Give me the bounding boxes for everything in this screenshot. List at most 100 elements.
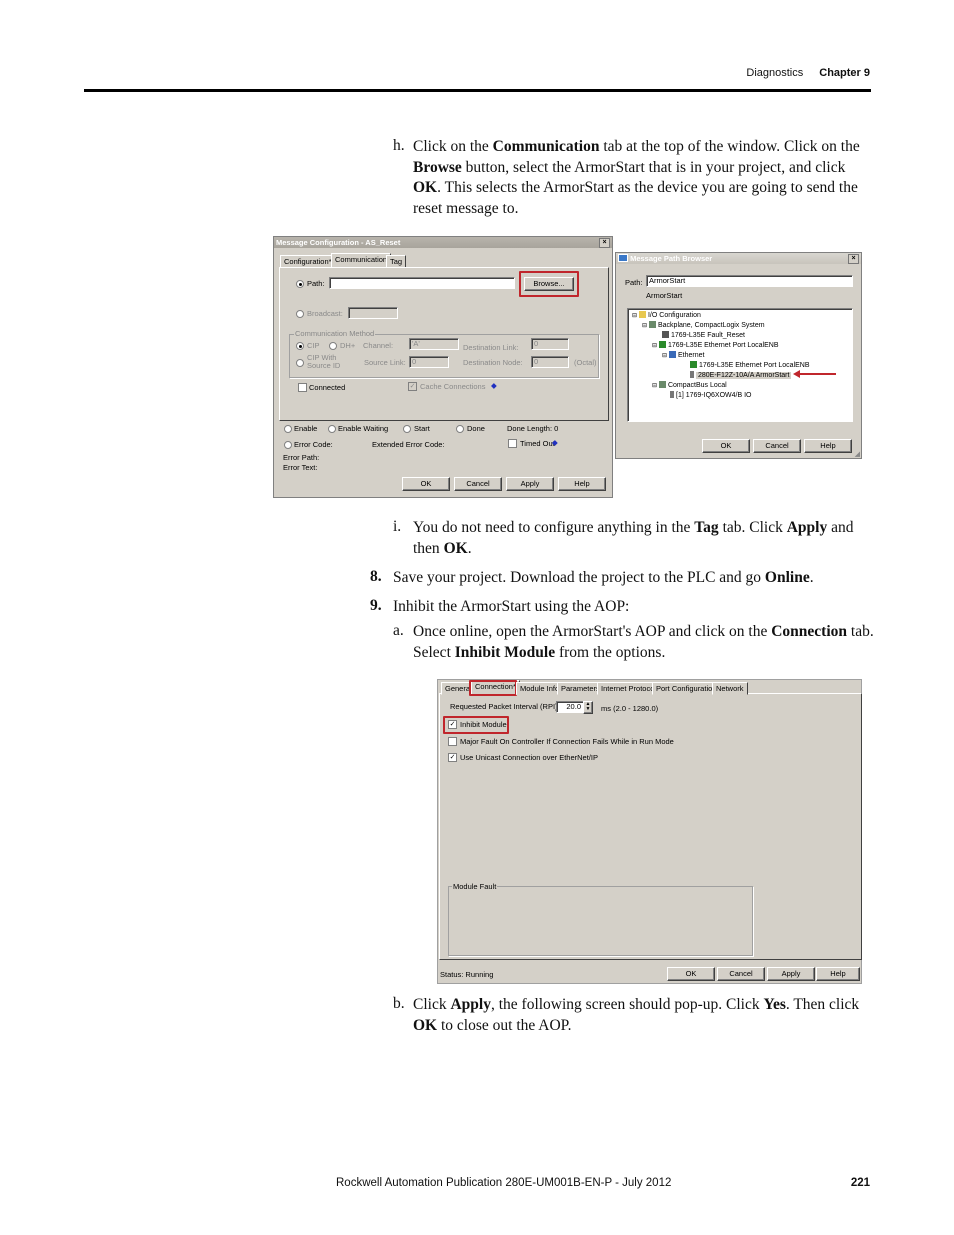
device-tree[interactable]: ⊟ I/O Configuration ⊟ Backplane, Compact…: [627, 308, 853, 422]
step-9-label: 9.: [370, 597, 382, 614]
tree-item[interactable]: ⊟ 1769-L35E Ethernet Port LocalENB: [652, 341, 779, 349]
unicast-label: Use Unicast Connection over EtherNet/IP: [460, 753, 598, 762]
tab-internet-protocol[interactable]: Internet Protocol: [597, 682, 661, 695]
destination-link-label: Destination Link:: [463, 343, 519, 352]
step-i-text: You do not need to configure anything in…: [413, 518, 873, 559]
path-input[interactable]: ArmorStart: [646, 275, 853, 287]
ok-button[interactable]: OK: [402, 477, 450, 491]
text: Click: [413, 996, 451, 1013]
highlight-box: [443, 716, 509, 734]
resolved-path: ArmorStart: [646, 291, 683, 300]
extended-error-label: Extended Error Code:: [372, 440, 445, 449]
error-code-label: Error Code:: [294, 440, 333, 449]
cache-checkbox[interactable]: ✓: [408, 382, 417, 391]
page-number: 221: [850, 1177, 870, 1189]
error-path-label: Error Path:: [283, 453, 320, 462]
backplane-icon: [648, 321, 656, 328]
help-button[interactable]: Help: [558, 477, 606, 491]
major-fault-label: Major Fault On Controller If Connection …: [460, 737, 674, 746]
source-link-label: Source Link:: [364, 358, 406, 367]
network-icon: [668, 351, 676, 358]
path-label: Path:: [307, 279, 325, 288]
cip-source-radio[interactable]: [296, 359, 304, 367]
chapter-label: Chapter 9: [819, 67, 870, 79]
arrow-icon: ◆: [552, 438, 558, 447]
broadcast-select[interactable]: [348, 307, 398, 319]
rpi-input[interactable]: 20.0: [556, 701, 584, 713]
tree-item[interactable]: ⊟ Ethernet: [662, 351, 704, 359]
apply-button[interactable]: Apply: [767, 967, 815, 981]
dhplus-radio[interactable]: [329, 342, 337, 350]
tree-label: 1769-L35E Fault_Reset: [671, 332, 745, 339]
tree-item[interactable]: 1769-L35E Ethernet Port LocalENB: [690, 361, 810, 369]
cancel-button[interactable]: Cancel: [717, 967, 765, 981]
cip-radio[interactable]: [296, 342, 304, 350]
destination-link-input[interactable]: 0: [531, 338, 569, 350]
enable-indicator: [284, 425, 292, 433]
tree-label: Ethernet: [677, 352, 705, 359]
resize-grip-icon[interactable]: ◢: [855, 450, 860, 458]
close-icon[interactable]: ×: [599, 238, 610, 248]
ok-button[interactable]: OK: [667, 967, 715, 981]
error-code-indicator: [284, 441, 292, 449]
text: You do not need to configure anything in…: [413, 519, 695, 536]
tree-label: 280E-F12Z-10A/A ArmorStart: [696, 372, 792, 379]
path-radio[interactable]: [296, 280, 304, 288]
enable-label: Enable: [294, 424, 318, 433]
text: button, select the ArmorStart that is in…: [461, 158, 846, 176]
bold-term: OK: [413, 1016, 438, 1034]
bold-term: Browse: [413, 158, 462, 176]
text: .: [467, 539, 472, 557]
help-button[interactable]: Help: [804, 439, 852, 453]
tree-item[interactable]: ⊟ I/O Configuration: [632, 311, 701, 319]
path-input[interactable]: [329, 277, 515, 289]
cancel-button[interactable]: Cancel: [753, 439, 801, 453]
connected-checkbox[interactable]: [298, 383, 307, 392]
channel-label: Channel:: [363, 341, 394, 350]
controller-icon: [662, 331, 669, 338]
module-fault-group: [448, 886, 753, 956]
tree-item[interactable]: [1] 1769-IQ6XOW4/B IO: [670, 391, 751, 399]
tab-port-configuration[interactable]: Port Configuration: [652, 682, 721, 695]
message-configuration-dialog: Message Configuration - AS_Reset × Confi…: [273, 236, 613, 498]
bold-term: OK: [443, 539, 468, 557]
apply-button[interactable]: Apply: [506, 477, 554, 491]
tree-item[interactable]: 1769-L35E Fault_Reset: [662, 331, 745, 339]
help-button[interactable]: Help: [816, 967, 860, 981]
text: Save your project. Download the project …: [393, 569, 765, 586]
module-icon: [690, 371, 694, 378]
unicast-checkbox[interactable]: ✓: [448, 753, 457, 762]
tab-network[interactable]: Network: [712, 682, 748, 695]
highlight-box: [469, 680, 517, 696]
cancel-button[interactable]: Cancel: [454, 477, 502, 491]
channel-select[interactable]: 'A': [409, 338, 459, 350]
aop-properties-dialog: General Connection* Module Info Paramete…: [437, 679, 862, 984]
title-bar: Message Configuration - AS_Reset ×: [274, 237, 612, 248]
timed-out-label: Timed Out: [520, 439, 555, 448]
connected-label: Connected: [309, 383, 346, 392]
step-8-text: Save your project. Download the project …: [393, 568, 873, 589]
timed-out-checkbox[interactable]: [508, 439, 517, 448]
tree-item-selected[interactable]: 280E-F12Z-10A/A ArmorStart: [690, 371, 792, 379]
cip-label: CIP: [307, 341, 320, 350]
tab-communication[interactable]: Communication: [331, 253, 392, 268]
tree-item[interactable]: ⊟ Backplane, CompactLogix System: [642, 321, 765, 329]
source-link-input[interactable]: 0: [409, 356, 449, 368]
tree-label: 1769-L35E Ethernet Port LocalENB: [699, 362, 810, 369]
bold-term: Connection: [771, 623, 848, 640]
ok-button[interactable]: OK: [702, 439, 750, 453]
publication-footer: Rockwell Automation Publication 280E-UM0…: [336, 1177, 672, 1189]
rpi-spinner[interactable]: ▲ ▼: [583, 701, 593, 714]
text: . Then click: [785, 996, 860, 1013]
running-header: Diagnostics Chapter 9: [746, 67, 870, 79]
arrow-icon: ◆: [491, 381, 497, 390]
step-a-text: Once online, open the ArmorStart's AOP a…: [413, 622, 878, 663]
start-label: Start: [414, 424, 430, 433]
cache-label: Cache Connections: [420, 382, 486, 391]
tree-item[interactable]: ⊟ CompactBus Local: [652, 381, 727, 389]
destination-node-input[interactable]: 0: [531, 356, 569, 368]
done-length-label: Done Length: 0: [507, 424, 559, 433]
close-icon[interactable]: ×: [848, 254, 859, 264]
broadcast-radio[interactable]: [296, 310, 304, 318]
major-fault-checkbox[interactable]: [448, 737, 457, 746]
